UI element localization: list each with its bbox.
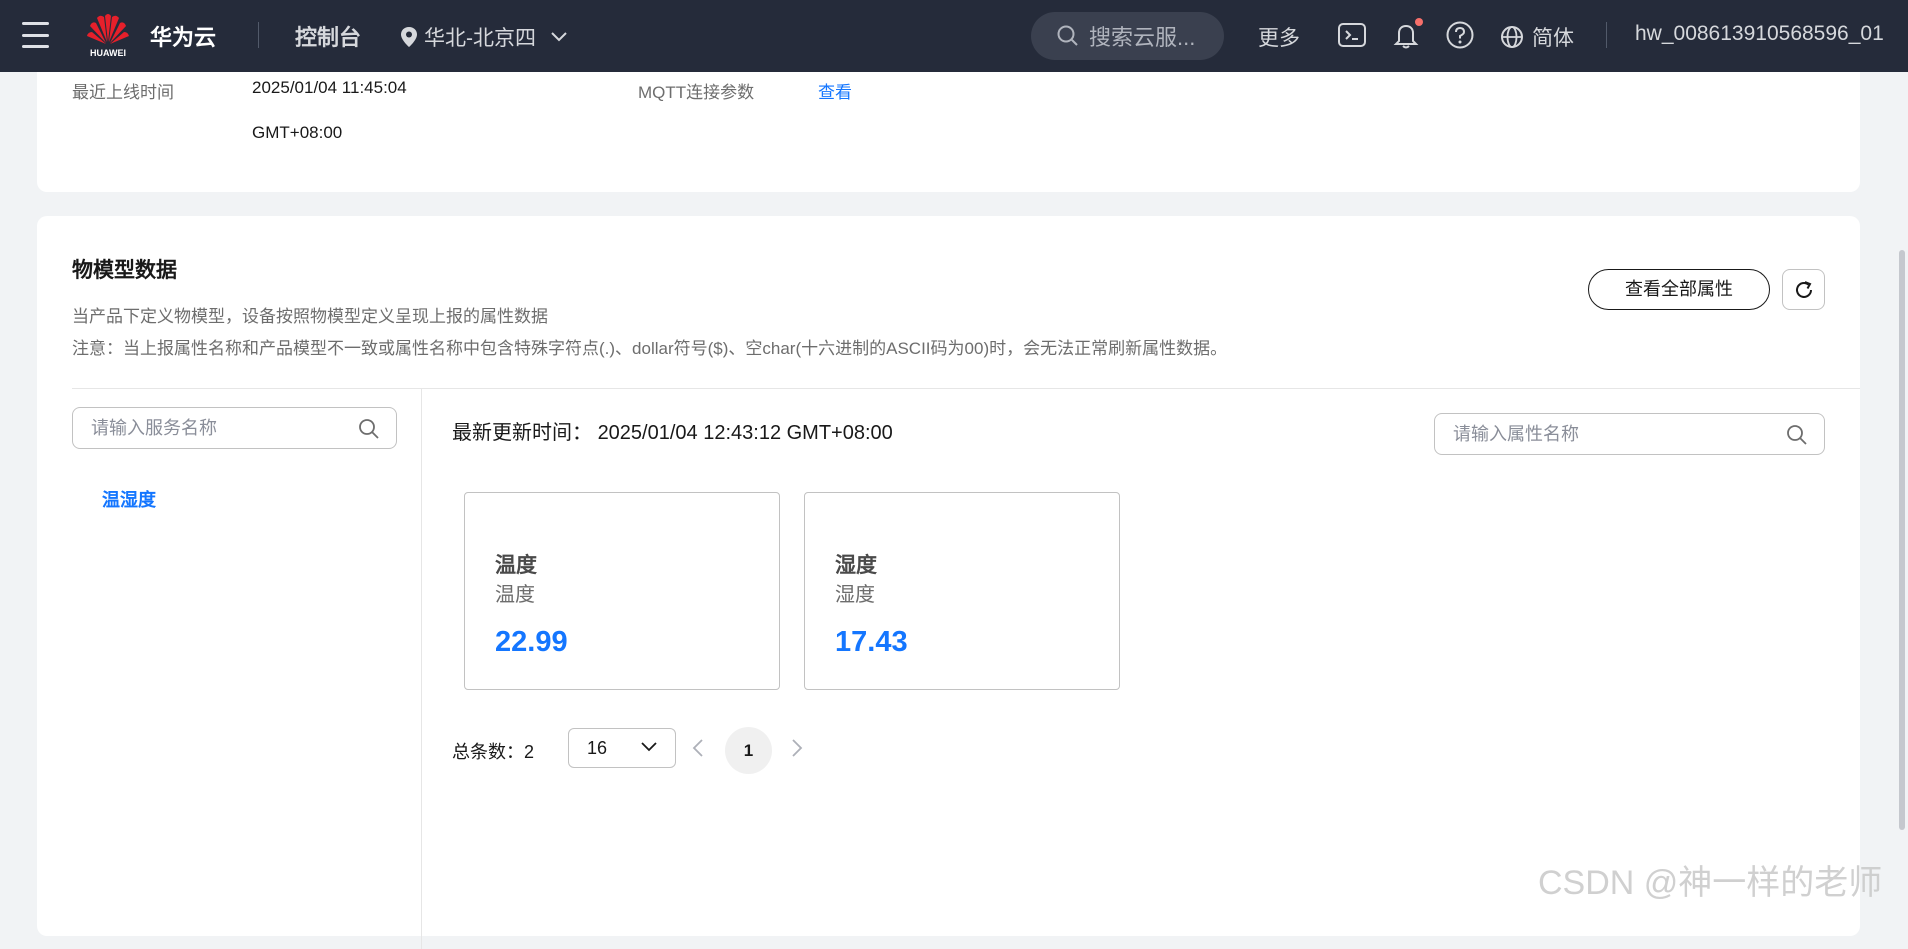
region-selector[interactable]: 华北-北京四 [400,22,568,52]
section-title: 物模型数据 [72,259,177,282]
logo-text: HUAWEI [90,48,126,58]
section-note: 注意：当上报属性名称和产品模型不一致或属性名称中包含特殊字符点(.)、dolla… [72,339,1228,358]
service-search-placeholder: 请输入服务名称 [91,418,217,438]
bell-icon[interactable] [1391,18,1423,50]
last-online-value: 2025/01/04 11:45:04 [252,78,407,97]
help-icon[interactable] [1445,20,1475,50]
top-navigation-bar: HUAWEI 华为云 控制台 华北-北京四 搜索云服... 更多 简体 hw_0… [0,0,1908,72]
property-card-humidity: 湿度 湿度 17.43 [804,492,1120,690]
service-item[interactable]: 温湿度 [102,486,156,512]
search-placeholder: 搜索云服... [1089,25,1196,50]
language-selector[interactable]: 简体 [1500,22,1574,52]
last-online-timezone: GMT+08:00 [252,123,343,142]
property-description: 湿度 [835,584,875,606]
watermark: CSDN @神一样的老师 [1538,864,1883,902]
prev-page-icon[interactable] [692,739,704,757]
section-description: 当产品下定义物模型，设备按照物模型定义呈现上报的属性数据 [72,307,548,326]
region-label: 华北-北京四 [424,27,536,50]
service-search-input[interactable]: 请输入服务名称 [72,407,397,449]
page-size-select[interactable]: 16 [568,728,676,768]
chevron-down-icon [641,742,657,752]
device-info-card: 最近上线时间 2025/01/04 11:45:04 GMT+08:00 MQT… [37,72,1860,192]
property-name: 湿度 [835,554,877,577]
divider [72,388,1860,389]
property-search-placeholder: 请输入属性名称 [1453,424,1579,444]
brand-name[interactable]: 华为云 [150,20,216,52]
property-value: 22.99 [495,626,568,658]
divider [258,22,259,48]
terminal-icon[interactable] [1337,20,1367,50]
property-name: 温度 [495,554,537,577]
notification-dot [1415,18,1423,26]
page-size-value: 16 [587,738,608,758]
page-scrollbar[interactable] [1899,250,1905,830]
global-search-input[interactable]: 搜索云服... [1031,12,1224,60]
divider [1606,22,1607,48]
update-label: 最新更新时间： [452,422,592,444]
refresh-icon [1795,280,1812,298]
page-number-current[interactable]: 1 [725,727,772,774]
last-online-label: 最近上线时间 [72,83,174,102]
total-count: 总条数：2 [452,742,535,762]
location-icon [401,27,417,47]
last-update-time: 最新更新时间： 2025/01/04 12:43:12 GMT+08:00 [452,416,893,445]
mqtt-params-label: MQTT连接参数 [638,83,755,102]
view-all-properties-button[interactable]: 查看全部属性 [1588,269,1770,310]
refresh-button[interactable] [1782,269,1825,310]
globe-icon [1501,26,1523,48]
search-icon[interactable] [358,418,380,440]
model-data-card: 物模型数据 当产品下定义物模型，设备按照物模型定义呈现上报的属性数据 注意：当上… [37,216,1860,949]
language-label: 简体 [1532,27,1574,50]
property-description: 温度 [495,584,535,606]
more-menu[interactable]: 更多 [1258,22,1300,52]
update-value: 2025/01/04 12:43:12 GMT+08:00 [597,422,893,444]
divider [421,389,422,949]
chevron-down-icon [551,32,567,42]
property-card-temperature: 温度 温度 22.99 [464,492,780,690]
huawei-logo[interactable]: HUAWEI [86,12,130,60]
huawei-petals-icon [87,14,129,44]
search-icon[interactable] [1786,424,1808,446]
search-icon [1057,25,1078,46]
property-value: 17.43 [835,626,908,658]
mqtt-view-link[interactable]: 查看 [818,78,852,103]
console-link[interactable]: 控制台 [295,20,361,52]
menu-icon[interactable] [22,22,49,48]
user-account-menu[interactable]: hw_008613910568596_01 [1635,22,1884,46]
next-page-icon[interactable] [791,739,803,757]
property-search-input[interactable]: 请输入属性名称 [1434,413,1825,455]
